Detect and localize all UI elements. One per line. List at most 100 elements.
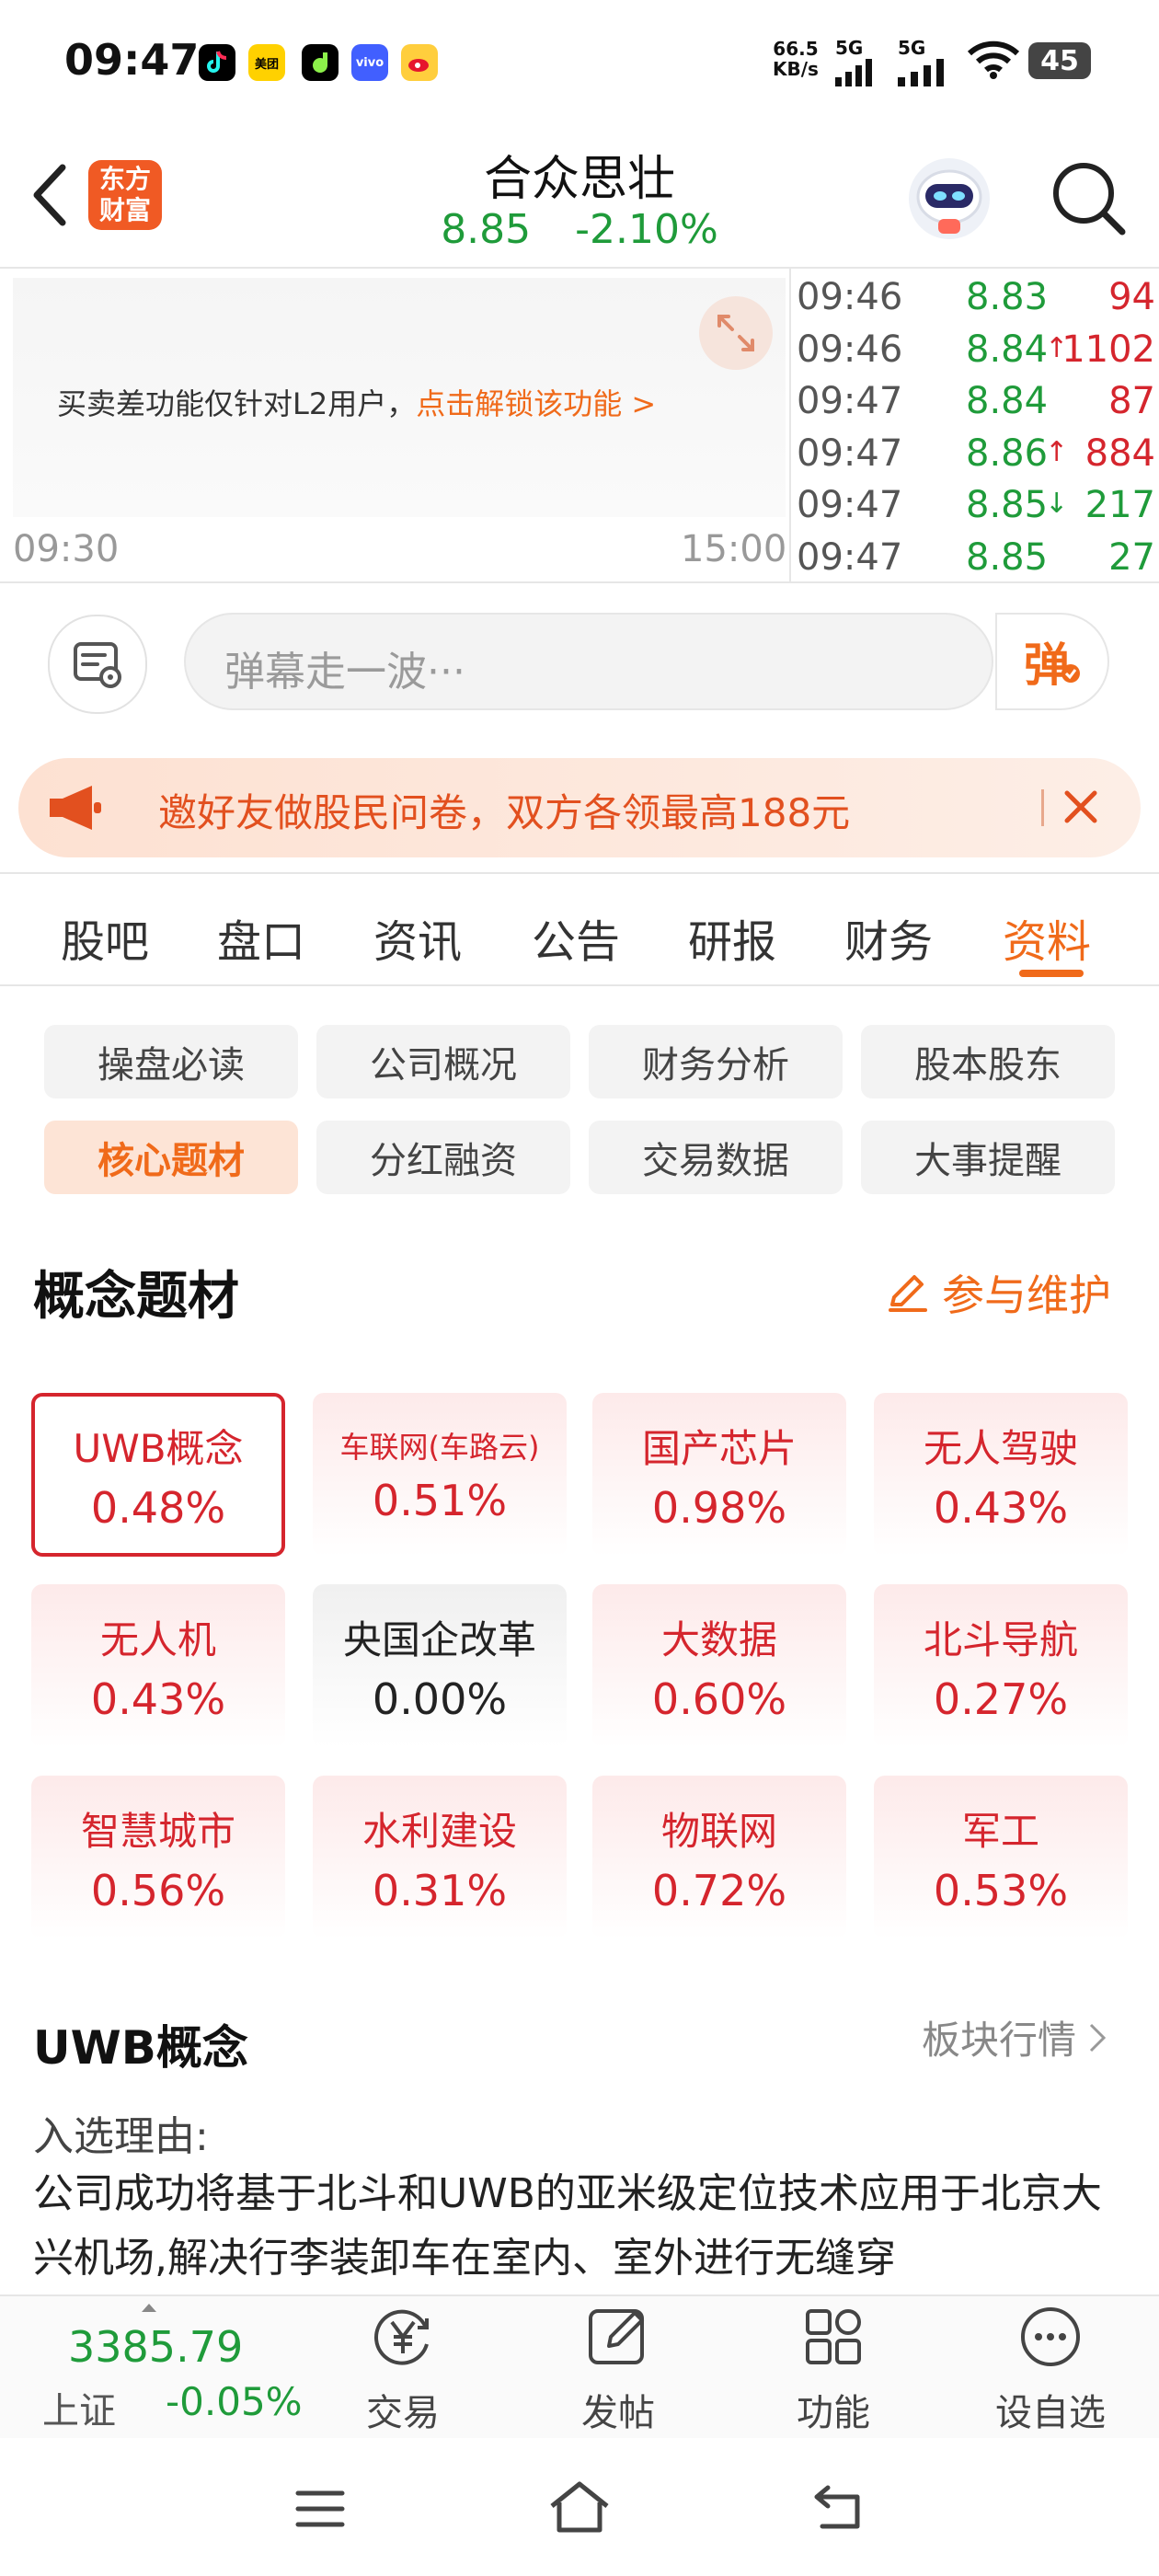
ticker-divider bbox=[789, 269, 791, 581]
header-divider bbox=[0, 267, 1159, 269]
tab-4[interactable]: 研报 bbox=[688, 905, 776, 970]
back-nav-button[interactable] bbox=[809, 2480, 868, 2536]
post-button[interactable]: 发帖 bbox=[535, 2300, 701, 2438]
signal-bars-icon bbox=[898, 59, 944, 86]
sub-menu-button[interactable]: 公司概况 bbox=[316, 1025, 570, 1098]
concept-name: UWB概念 bbox=[73, 1425, 244, 1471]
concept-card[interactable]: 物联网 0.72% bbox=[592, 1776, 846, 1939]
promo-banner-text: 邀好友做股民问卷，双方各领最高188元 bbox=[158, 790, 851, 835]
chevron-right-icon bbox=[1089, 2023, 1107, 2052]
sub-menu-button[interactable]: 大事提醒 bbox=[861, 1121, 1115, 1194]
reason-label: 入选理由: bbox=[33, 2113, 209, 2160]
danmaku-send-label: 弹 bbox=[1024, 638, 1070, 692]
robot-assistant-icon[interactable] bbox=[903, 151, 995, 243]
concept-card[interactable]: 央国企改革 0.00% bbox=[313, 1584, 567, 1748]
trade-yen-icon bbox=[374, 2309, 429, 2365]
concept-detail-title: UWB概念 bbox=[33, 2021, 248, 2075]
sub-menu-button[interactable]: 交易数据 bbox=[589, 1121, 843, 1194]
tab-1[interactable]: 盘口 bbox=[217, 905, 305, 970]
check-badge-icon bbox=[1061, 664, 1080, 683]
expand-chart-button[interactable] bbox=[699, 296, 773, 370]
sub-menu-button[interactable]: 操盘必读 bbox=[44, 1025, 298, 1098]
concept-name: 军工 bbox=[961, 1808, 1039, 1854]
concept-card[interactable]: 大数据 0.60% bbox=[592, 1584, 846, 1748]
tick-price: 8.84 bbox=[966, 380, 1049, 423]
concept-card[interactable]: 国产芯片 0.98% bbox=[592, 1393, 846, 1557]
tick-time: 09:47 bbox=[797, 431, 903, 475]
tick-row: 09:47 8.85 ↓ 217 bbox=[797, 484, 1155, 535]
concept-card[interactable]: 无人机 0.43% bbox=[31, 1584, 285, 1748]
index-name[interactable]: 上证 bbox=[42, 2381, 116, 2434]
add-watchlist-button[interactable]: 设自选 bbox=[968, 2300, 1133, 2438]
concept-name: 大数据 bbox=[660, 1616, 777, 1662]
concept-name: 无人机 bbox=[99, 1616, 216, 1662]
net-speed-value: 66.5 bbox=[773, 38, 819, 60]
concept-change: 0.43% bbox=[90, 1673, 226, 1724]
meituan-icon: 美团 bbox=[248, 44, 285, 81]
concept-card[interactable]: UWB概念 0.48% bbox=[31, 1393, 285, 1557]
tick-price: 8.85 bbox=[966, 536, 1049, 579]
sub-menu-button[interactable]: 股本股东 bbox=[861, 1025, 1115, 1098]
concept-name: 央国企改革 bbox=[342, 1616, 536, 1662]
signal-2: 5G bbox=[898, 37, 953, 86]
sub-menu-button[interactable]: 分红融资 bbox=[316, 1121, 570, 1194]
signal-1-label: 5G bbox=[835, 37, 864, 59]
tick-row: 09:47 8.86 ↑ 884 bbox=[797, 432, 1155, 484]
unlock-link[interactable]: 点击解锁该功能 > bbox=[416, 386, 656, 421]
danmaku-placeholder: 弹幕走一波··· bbox=[224, 649, 465, 696]
search-button[interactable] bbox=[1047, 156, 1130, 239]
concept-change: 0.72% bbox=[651, 1865, 787, 1915]
tick-price: 8.84 bbox=[966, 328, 1049, 371]
maintain-button[interactable]: 参与维护 bbox=[887, 1262, 1111, 1323]
concept-card[interactable]: 军工 0.53% bbox=[874, 1776, 1128, 1939]
function-button[interactable]: 功能 bbox=[751, 2300, 916, 2438]
home-icon bbox=[550, 2481, 609, 2533]
sector-quote-link[interactable]: 板块行情 bbox=[922, 2009, 1107, 2065]
maintain-label: 参与维护 bbox=[942, 1271, 1111, 1320]
sub-menu-button[interactable]: 核心题材 bbox=[44, 1121, 298, 1194]
danmaku-settings-button[interactable] bbox=[48, 615, 147, 714]
close-icon bbox=[1064, 790, 1097, 823]
tab-5[interactable]: 财务 bbox=[844, 905, 933, 970]
tick-volume: 884 bbox=[1084, 431, 1155, 475]
concept-change: 0.56% bbox=[90, 1865, 226, 1915]
tick-price: 8.86 bbox=[966, 431, 1049, 475]
tab-0[interactable]: 股吧 bbox=[61, 905, 149, 970]
l2-message-text: 买卖差功能仅针对L2用户， bbox=[57, 386, 417, 421]
stock-price: 8.85 bbox=[441, 206, 532, 253]
signal-2-label: 5G bbox=[898, 37, 926, 59]
danmaku-send-button[interactable]: 弹 bbox=[995, 613, 1109, 710]
home-nav-button[interactable] bbox=[546, 2478, 613, 2536]
net-speed-unit: KB/s bbox=[773, 58, 819, 80]
tick-time: 09:47 bbox=[797, 536, 903, 579]
banner-close-button[interactable] bbox=[1058, 784, 1104, 830]
tick-down-arrow-icon: ↓ bbox=[1045, 488, 1069, 521]
tab-6[interactable]: 资料 bbox=[1003, 905, 1091, 970]
chart-time-start: 09:30 bbox=[13, 528, 120, 570]
megaphone-icon bbox=[48, 782, 105, 834]
concept-card[interactable]: 车联网(车路云) 0.51% bbox=[313, 1393, 567, 1557]
tab-3[interactable]: 公告 bbox=[532, 905, 620, 970]
trade-button[interactable]: 交易 bbox=[320, 2300, 486, 2438]
concept-card[interactable]: 智慧城市 0.56% bbox=[31, 1776, 285, 1939]
chart-time-end: 15:00 bbox=[681, 528, 787, 570]
concept-card[interactable]: 水利建设 0.31% bbox=[313, 1776, 567, 1939]
index-change[interactable]: -0.05% bbox=[166, 2379, 303, 2424]
concept-card[interactable]: 无人驾驶 0.43% bbox=[874, 1393, 1128, 1557]
sub-menu-button[interactable]: 财务分析 bbox=[589, 1025, 843, 1098]
index-value[interactable]: 3385.79 bbox=[68, 2322, 243, 2372]
banner-divider bbox=[0, 872, 1159, 874]
wifi-icon bbox=[967, 40, 1020, 83]
douyin-icon bbox=[199, 44, 235, 81]
concept-card[interactable]: 北斗导航 0.27% bbox=[874, 1584, 1128, 1748]
concept-name: 国产芯片 bbox=[641, 1425, 797, 1471]
menu-nav-button[interactable] bbox=[293, 2484, 348, 2534]
concept-change: 0.31% bbox=[372, 1865, 508, 1915]
concept-name: 物联网 bbox=[660, 1808, 777, 1854]
tab-2[interactable]: 资讯 bbox=[373, 905, 462, 970]
tick-time: 09:46 bbox=[797, 328, 903, 371]
index-up-arrow-icon bbox=[140, 2300, 158, 2317]
concept-change: 0.51% bbox=[372, 1476, 508, 1525]
reason-text: 公司成功将基于北斗和UWB的亚米级定位技术应用于北京大兴机场,解决行李装卸车在室… bbox=[33, 2170, 1102, 2282]
post-label: 发帖 bbox=[581, 2392, 655, 2434]
